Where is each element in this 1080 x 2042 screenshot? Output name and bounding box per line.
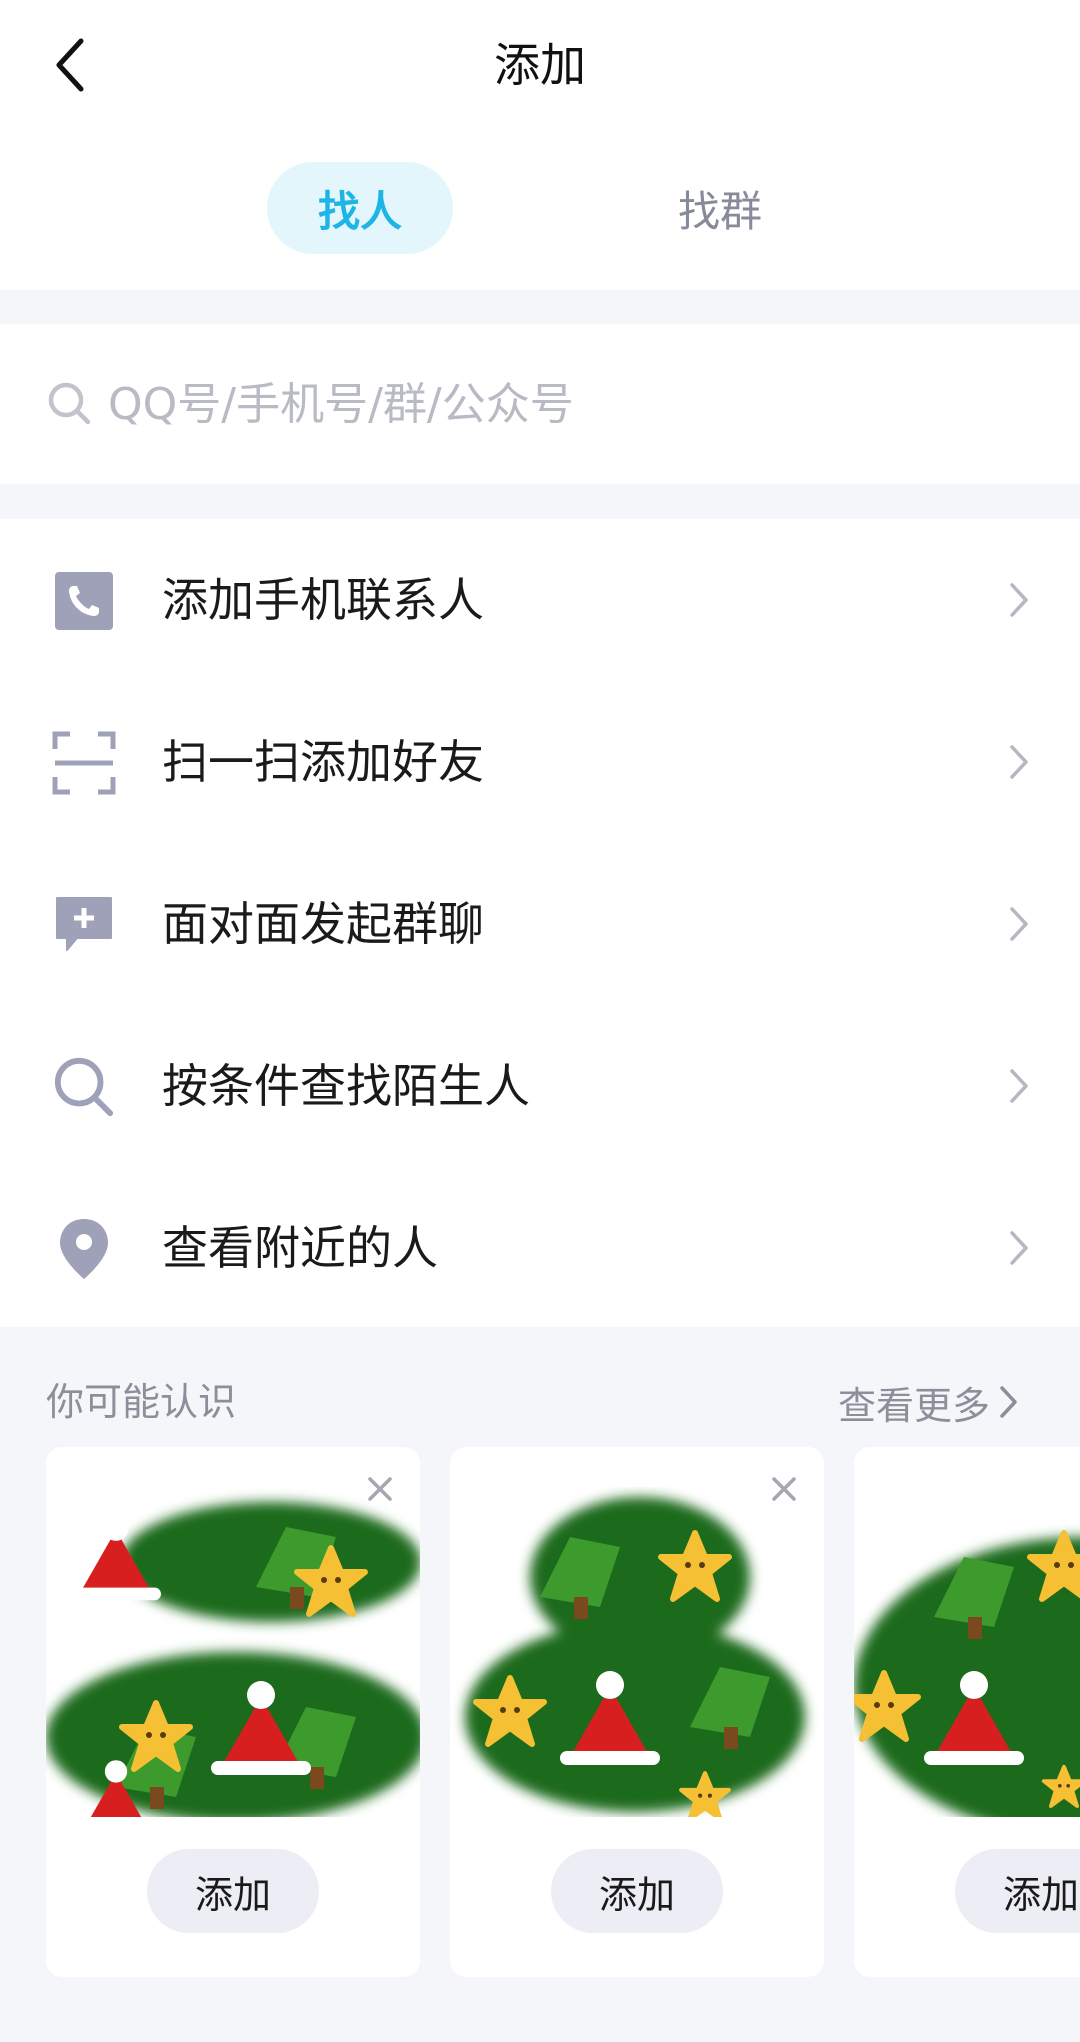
menu-item-add-phone-contacts[interactable]: 添加手机联系人: [0, 519, 1080, 681]
menu-item-scan-add-friend[interactable]: 扫一扫添加好友: [0, 681, 1080, 843]
section-title: 你可能认识: [46, 1380, 237, 1424]
see-more-link[interactable]: 查看更多: [838, 1374, 1020, 1430]
page-title: 添加: [494, 38, 586, 92]
chevron-right-icon: [1000, 1386, 1017, 1418]
suggestion-card[interactable]: 添加: [450, 1447, 824, 1977]
header: 添加 找人 找群: [0, 0, 1080, 290]
avatar: [46, 1502, 420, 1817]
avatar: [854, 1487, 1080, 1817]
chevron-right-icon: [1010, 583, 1028, 617]
menu-item-label: 按条件查找陌生人: [162, 1059, 530, 1113]
add-options-list: 添加手机联系人 扫一扫添加好友 面对面发起群聊 按条件查找陌生人 查看附近的人: [0, 519, 1080, 1327]
divider: [0, 290, 1080, 324]
phone-contacts-icon: [52, 569, 116, 633]
scan-icon: [52, 731, 116, 795]
menu-item-label: 添加手机联系人: [162, 573, 484, 627]
search-input[interactable]: QQ号/手机号/群/公众号: [108, 370, 574, 440]
suggestion-card[interactable]: 添加: [46, 1447, 420, 1977]
menu-item-label: 查看附近的人: [162, 1221, 438, 1275]
chat-plus-icon: [52, 893, 116, 957]
see-more-label: 查看更多: [838, 1383, 991, 1428]
avatar: [465, 1497, 805, 1817]
search-icon: [48, 382, 91, 425]
menu-item-find-strangers[interactable]: 按条件查找陌生人: [0, 1005, 1080, 1167]
add-friend-button[interactable]: 添加: [955, 1849, 1080, 1933]
chevron-right-icon: [1010, 907, 1028, 941]
add-friend-button[interactable]: 添加: [147, 1849, 319, 1933]
search-icon: [52, 1055, 116, 1119]
tab-find-people[interactable]: 找人: [267, 162, 453, 254]
menu-item-nearby-people[interactable]: 查看附近的人: [0, 1167, 1080, 1329]
tab-find-groups[interactable]: 找群: [630, 162, 810, 254]
suggestion-card[interactable]: 添加: [854, 1447, 1080, 1977]
menu-item-face-to-face-group[interactable]: 面对面发起群聊: [0, 843, 1080, 1005]
chevron-right-icon: [1010, 1069, 1028, 1103]
menu-item-label: 面对面发起群聊: [162, 897, 484, 951]
menu-item-label: 扫一扫添加好友: [162, 735, 484, 789]
divider: [0, 484, 1080, 519]
add-friend-button[interactable]: 添加: [551, 1849, 723, 1933]
chevron-right-icon: [1010, 745, 1028, 779]
location-pin-icon: [52, 1217, 116, 1281]
chevron-right-icon: [1010, 1231, 1028, 1265]
